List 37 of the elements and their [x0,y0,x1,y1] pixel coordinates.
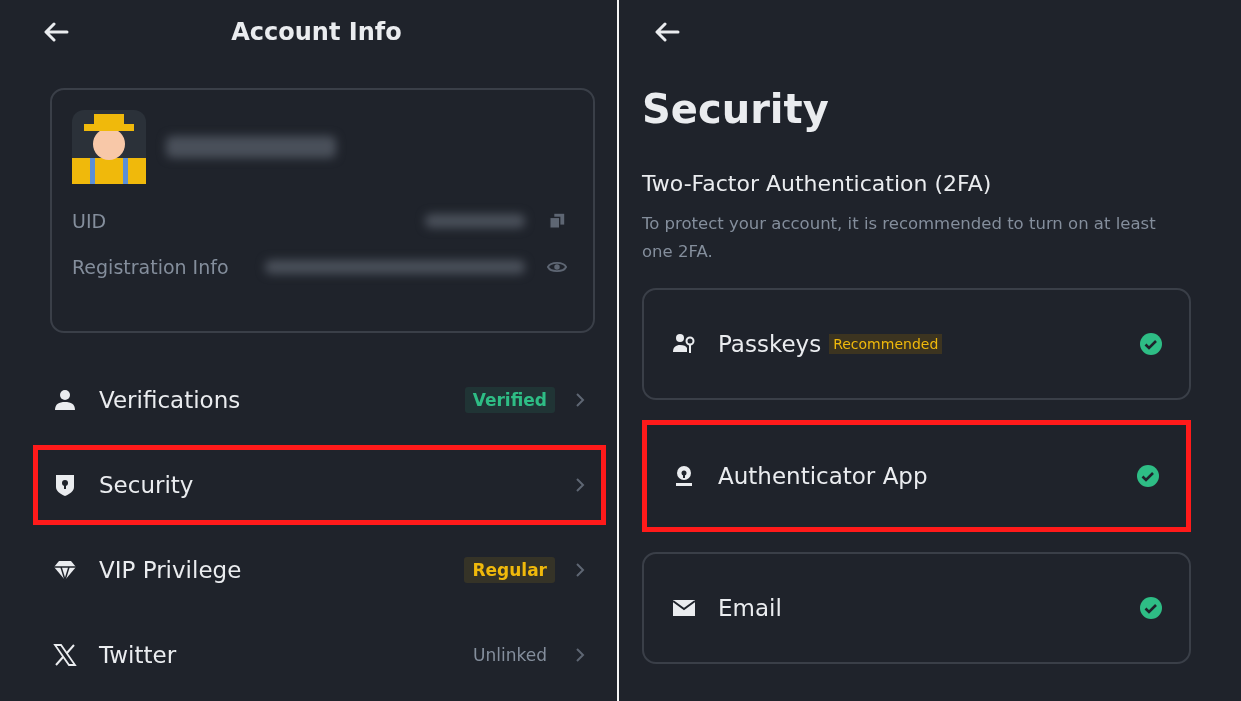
method-card[interactable]: Authenticator App [642,420,1191,532]
status-badge: Regular [464,557,555,583]
menu-label: VIP Privilege [99,557,242,583]
recommended-badge: Recommended [829,334,943,354]
copy-icon[interactable] [547,212,567,230]
field-label: UID [72,210,108,232]
method-label: Authenticator App [718,463,928,489]
method-card[interactable]: Passkeys Recommended [642,288,1191,400]
menu-label: Security [99,472,194,498]
menu-label: Twitter [99,642,177,668]
method-label: Email [718,595,782,621]
menu-label: Verifications [99,387,241,413]
section-description: To protect your account, it is recommended to turn on at least one 2FA. [642,213,1157,263]
avatar-icon [72,110,146,184]
menu-item[interactable]: VIP Privilege Regular [33,530,606,610]
back-icon[interactable] [43,22,69,42]
status-badge: Verified [464,387,555,413]
menu-item[interactable]: Security [33,445,606,525]
method-card[interactable]: Email [642,552,1191,664]
page-heading: Security [642,85,830,134]
passkey-icon [672,332,696,356]
chevron-icon [575,392,585,408]
person-icon [53,388,77,412]
chevron-icon [575,562,585,578]
shield-icon [53,473,77,497]
method-label: Passkeys [718,331,822,357]
section-title: Two-Factor Authentication (2FA) [642,170,993,198]
diamond-icon [53,558,77,582]
back-icon[interactable] [654,22,680,42]
chevron-icon [575,647,585,663]
chevron-icon [575,477,585,493]
menu-item[interactable]: Verifications Verified [33,360,606,440]
status-label: Unlinked [472,644,548,667]
x-logo-icon [53,643,77,667]
field-label: Registration Info [72,256,230,278]
page-title: Account Info [231,18,403,46]
menu-item[interactable]: Twitter Unlinked [33,615,606,695]
